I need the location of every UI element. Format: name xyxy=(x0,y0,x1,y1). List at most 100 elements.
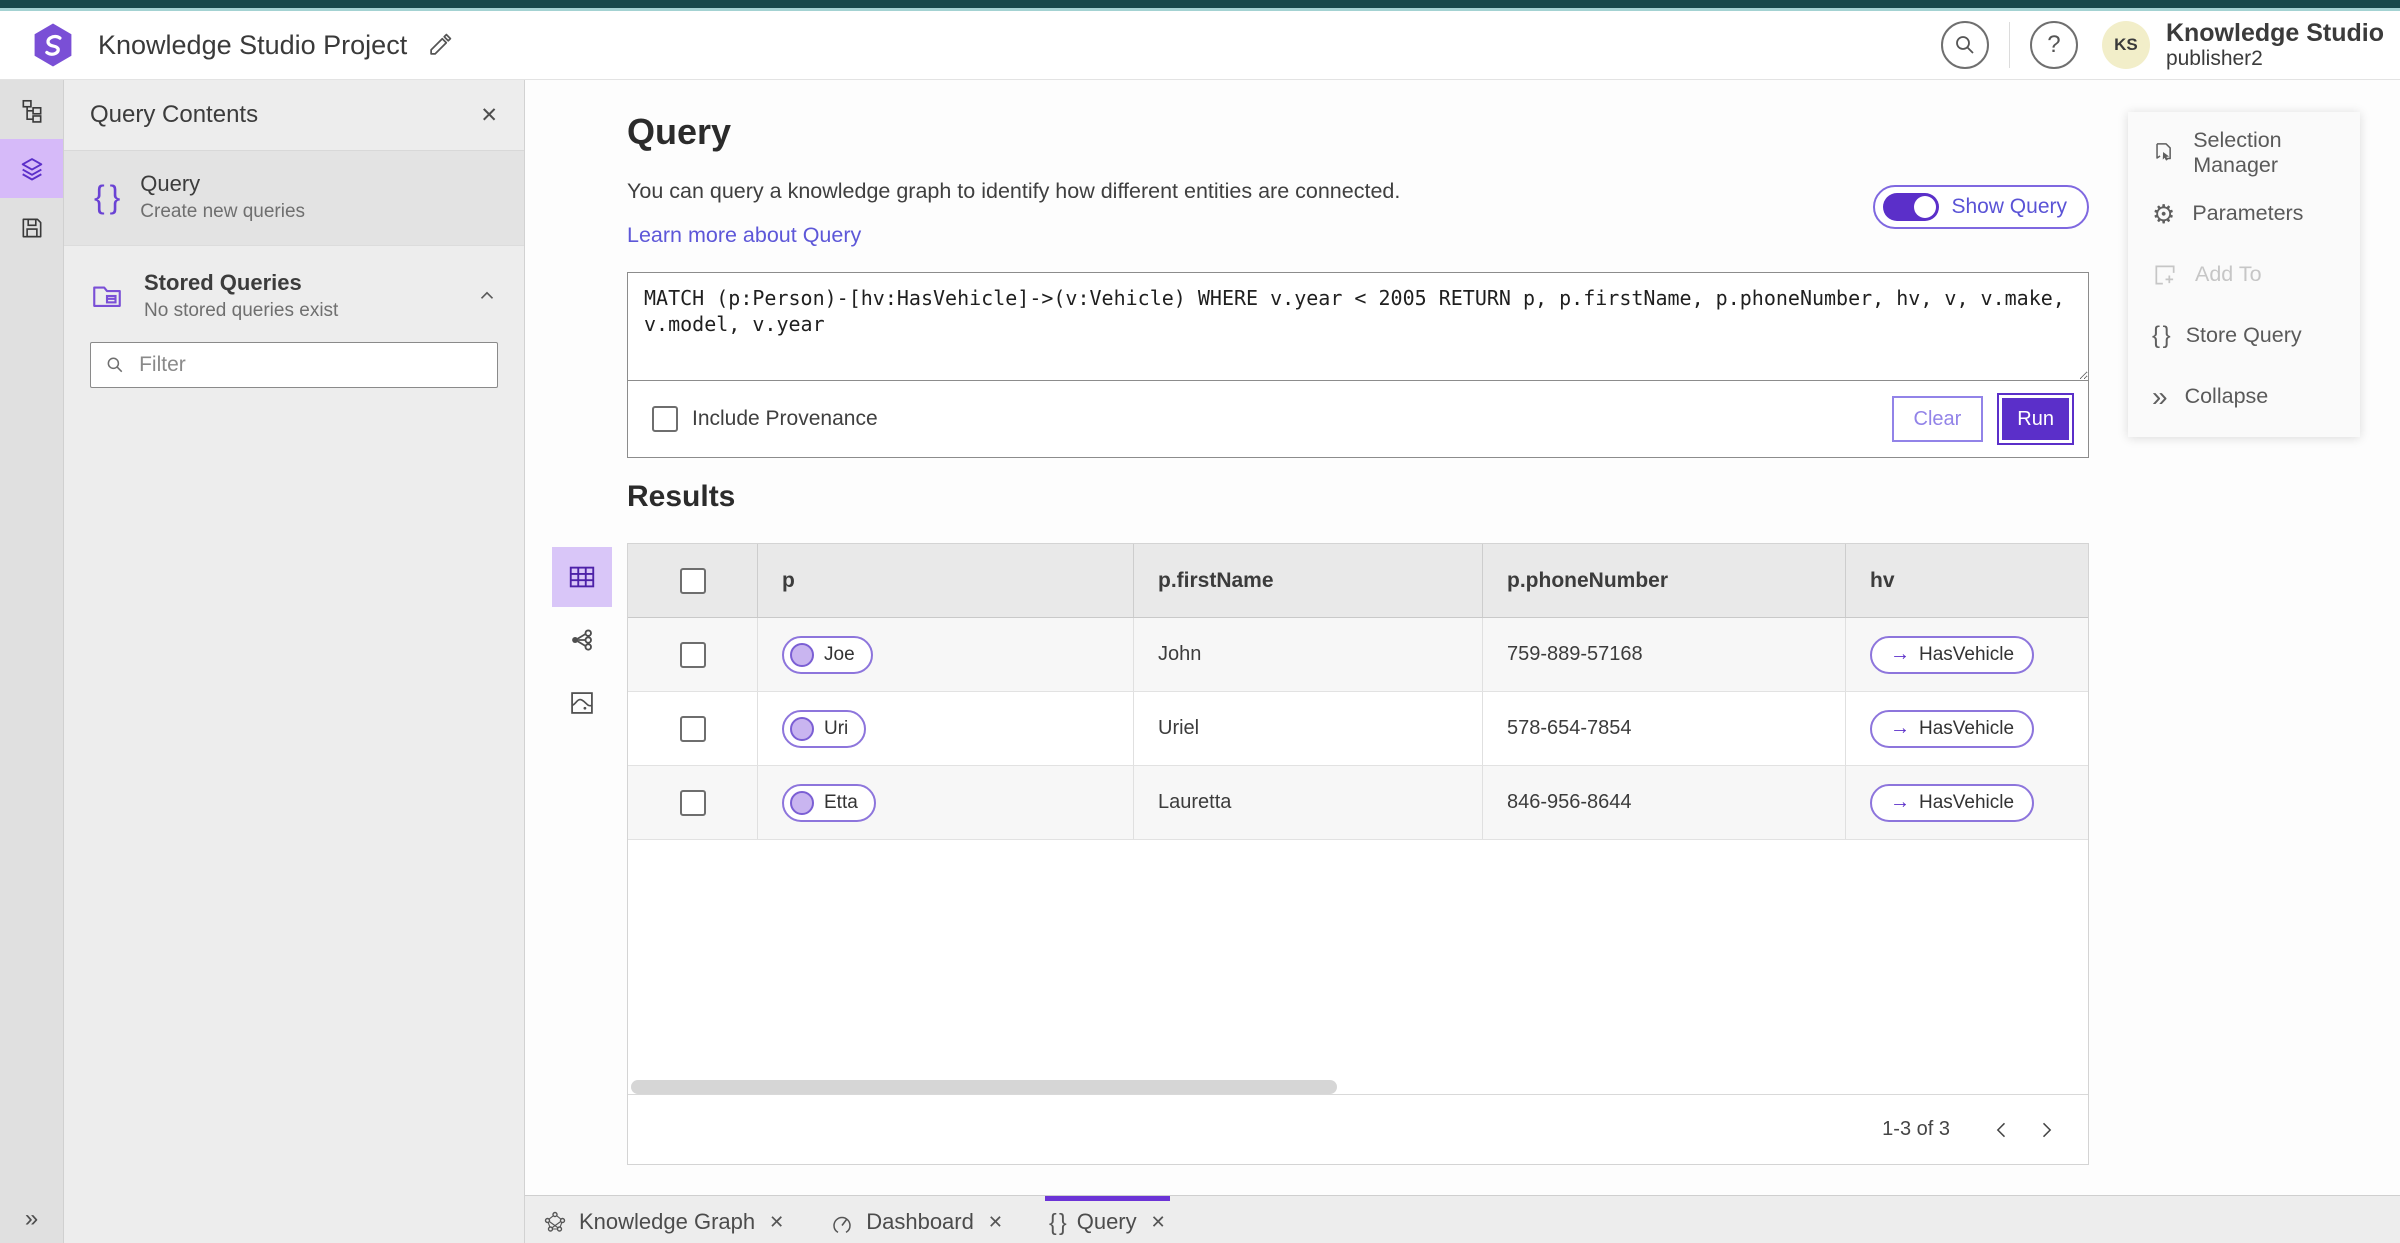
table-row[interactable]: Joe John 759-889-57168 → HasVehicle xyxy=(628,618,2088,692)
arrow-right-icon: → xyxy=(1890,717,1910,739)
collapse-button[interactable]: » Collapse xyxy=(2128,366,2360,427)
next-page-button[interactable] xyxy=(2024,1108,2068,1152)
cell-phonenumber: 759-889-57168 xyxy=(1483,618,1846,691)
clear-button[interactable]: Clear xyxy=(1891,396,1984,442)
search-button[interactable] xyxy=(1940,21,1989,69)
tab-knowledge-graph[interactable]: Knowledge Graph ✕ xyxy=(539,1196,788,1243)
row-checkbox[interactable] xyxy=(679,641,706,668)
table-view-button[interactable] xyxy=(552,547,612,607)
chevron-left-icon xyxy=(1996,1122,2006,1137)
previous-page-button[interactable] xyxy=(1980,1108,2024,1152)
node-chip[interactable]: Etta xyxy=(782,783,876,822)
edge-chip-label: HasVehicle xyxy=(1919,643,2015,665)
row-checkbox[interactable] xyxy=(679,715,706,742)
network-icon xyxy=(572,629,592,651)
left-rail: » xyxy=(0,80,64,1243)
store-query-label: Store Query xyxy=(2185,323,2302,347)
help-button[interactable]: ? xyxy=(2029,21,2078,69)
brand-strip xyxy=(0,0,2400,11)
parameters-button[interactable]: ⚙ Parameters xyxy=(2128,183,2360,244)
stored-queries-label: Stored Queries xyxy=(144,270,302,295)
add-to-icon xyxy=(2155,264,2175,285)
query-item[interactable]: { } Query Create new queries xyxy=(64,151,524,246)
graph-view-button[interactable] xyxy=(552,610,612,670)
cell-phonenumber: 578-654-7854 xyxy=(1483,692,1846,765)
query-item-label: Query xyxy=(140,171,201,196)
braces-icon: { } xyxy=(1048,1208,1067,1235)
edge-chip[interactable]: → HasVehicle xyxy=(1870,635,2035,674)
stored-queries-description: No stored queries exist xyxy=(144,300,339,321)
selection-manager-button[interactable]: Selection Manager xyxy=(2128,122,2360,183)
chevron-up-icon[interactable] xyxy=(476,285,498,307)
table-row[interactable]: Uri Uriel 578-654-7854 → HasVehicle xyxy=(628,692,2088,766)
store-query-button[interactable]: { } Store Query xyxy=(2128,305,2360,366)
tab-close-icon[interactable]: ✕ xyxy=(769,1212,784,1233)
tab-query[interactable]: { } Query ✕ xyxy=(1044,1196,1170,1243)
select-all-checkbox[interactable] xyxy=(679,567,706,594)
search-icon xyxy=(1956,36,1974,54)
toggle-switch-icon xyxy=(1883,193,1940,221)
dashboard-gauge-icon xyxy=(833,1216,851,1234)
chevron-right-icon xyxy=(2042,1122,2052,1137)
show-query-label: Show Query xyxy=(1951,195,2067,218)
table-row[interactable]: Etta Lauretta 846-956-8644 → HasVehicle xyxy=(628,766,2088,840)
run-button[interactable]: Run xyxy=(1997,393,2074,445)
selection-manager-icon xyxy=(2156,142,2171,161)
query-heading: Query xyxy=(627,111,732,152)
rail-expand-button[interactable]: » xyxy=(0,1195,63,1243)
edge-chip[interactable]: → HasVehicle xyxy=(1870,709,2035,748)
tab-close-icon[interactable]: ✕ xyxy=(1151,1212,1166,1233)
column-header-p[interactable]: p xyxy=(758,544,1134,617)
cell-firstname: John xyxy=(1134,618,1483,691)
edit-title-icon[interactable] xyxy=(427,32,453,58)
knowledge-graph-icon xyxy=(544,1211,566,1232)
column-header-phonenumber[interactable]: p.phoneNumber xyxy=(1483,544,1846,617)
node-dot-icon xyxy=(790,790,814,815)
arrow-right-icon: → xyxy=(1890,643,1910,665)
edge-chip[interactable]: → HasVehicle xyxy=(1870,783,2035,822)
account-role: publisher2 xyxy=(2165,47,2263,71)
panel-close-icon[interactable]: ✕ xyxy=(480,103,498,128)
cell-phonenumber: 846-956-8644 xyxy=(1483,766,1846,839)
account-name: Knowledge Studio xyxy=(2165,19,2384,48)
results-table: p p.firstName p.phoneNumber hv Joe John … xyxy=(627,543,2089,1165)
layers-icon xyxy=(21,157,42,180)
rail-item-layers[interactable] xyxy=(0,139,63,198)
node-chip-label: Uri xyxy=(824,717,849,739)
stored-queries-section[interactable]: Stored Queries No stored queries exist xyxy=(64,246,524,340)
tab-close-icon[interactable]: ✕ xyxy=(988,1212,1003,1233)
double-chevron-icon: » xyxy=(2152,380,2168,412)
node-chip-label: Etta xyxy=(824,791,858,813)
hierarchy-icon xyxy=(22,99,41,123)
query-input[interactable]: MATCH (p:Person)-[hv:HasVehicle]->(v:Veh… xyxy=(628,273,2088,381)
node-chip[interactable]: Uri xyxy=(782,709,867,748)
learn-more-link[interactable]: Learn more about Query xyxy=(627,222,861,248)
query-editor: MATCH (p:Person)-[hv:HasVehicle]->(v:Veh… xyxy=(627,272,2089,458)
filter-search-icon xyxy=(107,357,123,373)
map-icon xyxy=(571,692,593,714)
help-icon: ? xyxy=(2047,31,2061,58)
braces-icon: { } xyxy=(94,178,120,215)
node-chip[interactable]: Joe xyxy=(782,635,873,674)
node-dot-icon xyxy=(790,716,814,741)
add-to-button[interactable]: Add To xyxy=(2128,244,2360,305)
collapse-label: Collapse xyxy=(2184,384,2269,408)
map-view-button[interactable] xyxy=(552,673,612,733)
avatar[interactable]: KS xyxy=(2101,21,2150,69)
include-provenance-label: Include Provenance xyxy=(692,407,878,430)
node-dot-icon xyxy=(790,642,814,667)
column-header-firstname[interactable]: p.firstName xyxy=(1134,544,1483,617)
results-heading: Results xyxy=(627,480,736,513)
rail-item-save[interactable] xyxy=(0,198,63,257)
table-icon xyxy=(569,566,595,588)
horizontal-scrollbar[interactable] xyxy=(631,1080,1337,1094)
column-header-hv[interactable]: hv xyxy=(1846,544,2088,617)
header-divider xyxy=(2008,22,2010,68)
filter-input[interactable] xyxy=(137,352,483,378)
include-provenance-checkbox[interactable] xyxy=(652,406,678,432)
show-query-toggle[interactable]: Show Query xyxy=(1873,185,2089,229)
rail-item-hierarchy[interactable] xyxy=(0,80,63,139)
tab-dashboard[interactable]: Dashboard ✕ xyxy=(826,1196,1007,1243)
edge-chip-label: HasVehicle xyxy=(1919,717,2015,739)
row-checkbox[interactable] xyxy=(679,789,706,816)
